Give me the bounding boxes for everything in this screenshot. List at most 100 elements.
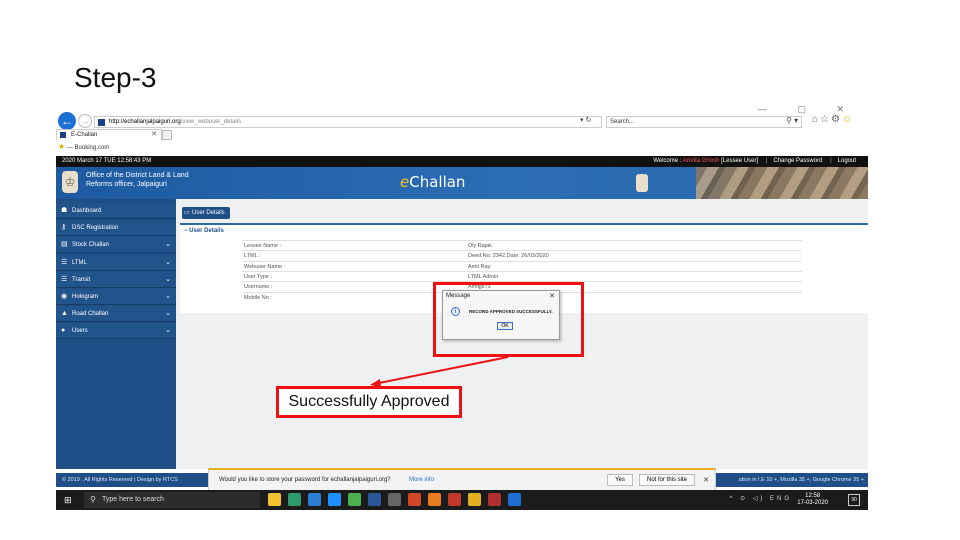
close-tab-icon[interactable]: ✕	[151, 130, 157, 140]
sidebar-item-hologram[interactable]: ◉ Hologram ⌄	[56, 289, 176, 305]
table-row: User Type : LTML Admin	[242, 270, 802, 281]
chevron-down-icon: ⌄	[165, 258, 171, 266]
row-key: Mobile No :	[244, 294, 272, 301]
user-name: Amrita Ghosh	[682, 158, 720, 164]
taskbar-clock[interactable]: 12:58 17-03-2020	[797, 493, 828, 507]
sidebar-item-dashboard[interactable]: ☗ Dashboard	[56, 203, 176, 219]
sidebar-item-label: LTML	[72, 259, 87, 266]
sidebar-item-label: DSC Registration	[72, 225, 119, 232]
taskbar-apps	[268, 493, 528, 510]
site-banner: ♔ Office of the District Land & Land Ref…	[56, 167, 868, 199]
more-info-link[interactable]: More info	[409, 477, 434, 483]
close-bar-icon[interactable]: ✕	[703, 476, 709, 484]
browser-chrome: — ▢ ✕ ← → http://echallanjalpaiguri.org/…	[56, 102, 868, 158]
sidebar-item-label: Stock Challan	[72, 242, 110, 249]
list-icon: ☰	[61, 275, 68, 283]
feedback-smile-icon[interactable]: ☺	[842, 114, 854, 125]
chevron-down-icon: ⌄	[165, 327, 171, 335]
browser-search-input[interactable]: Search...	[606, 116, 802, 128]
sidebar-item-users[interactable]: ● Users ⌄	[56, 323, 176, 340]
file-explorer-icon[interactable]	[268, 493, 281, 506]
edge-icon[interactable]	[288, 493, 301, 506]
address-bar[interactable]: http://echallanjalpaiguri.org/view_webus…	[94, 116, 602, 128]
tachometer-icon: ☗	[61, 207, 68, 214]
office-name: Office of the District Land & Land Refor…	[86, 171, 189, 189]
password-save-bar: Would you like to store your password fo…	[208, 468, 716, 490]
forward-button[interactable]: →	[78, 114, 92, 128]
highlight-box	[433, 282, 584, 357]
sidebar-item-road-challan[interactable]: ▲ Road Challan ⌄	[56, 306, 176, 323]
ie-icon[interactable]	[508, 493, 521, 506]
powerpoint-icon[interactable]	[408, 493, 421, 506]
yes-button[interactable]: Yes	[607, 474, 633, 486]
site-topbar: 2020 March 17 TUE 12:58:43 PM Welcome : …	[56, 156, 868, 167]
table-row: Webuser Name : Amit Ray	[242, 260, 802, 271]
user-role: [Lessee User]	[719, 158, 759, 164]
chevron-down-icon: ⌄	[165, 241, 171, 249]
favorite-booking[interactable]: Booking.com	[75, 145, 110, 151]
url-host: http://echallanjalpaiguri.org	[109, 119, 181, 125]
app-icon[interactable]	[328, 493, 341, 506]
chevron-down-icon: ⌄	[165, 293, 171, 300]
monitor-icon: ▭	[184, 210, 190, 216]
tab-echallan[interactable]: E-Challan ✕	[56, 129, 162, 140]
echallan-logo: eChallan	[400, 173, 466, 191]
sidebar-item-stock-challan[interactable]: ▤ Stock Challan ⌄	[56, 237, 176, 254]
favorites-star-icon[interactable]: ★	[58, 142, 65, 151]
settings-icon[interactable]	[388, 493, 401, 506]
sidebar-item-ltml[interactable]: ☰ LTML ⌄	[56, 254, 176, 271]
new-tab-button[interactable]	[162, 130, 172, 140]
chevron-down-icon: ⌄	[165, 275, 171, 283]
user-details-button[interactable]: ▭ User Details	[182, 207, 230, 219]
sidebar-item-label: Dashboard	[72, 208, 102, 214]
app-grid-icon[interactable]	[488, 493, 501, 506]
change-password-link[interactable]: Change Password	[773, 158, 822, 164]
app-green-icon[interactable]	[348, 493, 361, 506]
password-question: Would you like to store your password fo…	[219, 477, 391, 483]
back-button[interactable]: ←	[58, 112, 76, 130]
logout-link[interactable]: Logout	[838, 158, 856, 164]
doc-icon: ▤	[61, 241, 68, 249]
office-line-2: Reforms officer, Jalpaiguri	[86, 181, 167, 188]
footer-browser-note: ation in I.E 10 +, Mozilla 35 +, Google …	[738, 477, 864, 483]
toolbar-icons[interactable]: ⌂☆⚙☺	[812, 114, 854, 125]
chevron-down-icon: ⌄	[165, 310, 171, 318]
word-icon[interactable]	[368, 493, 381, 506]
table-row: Lessee Name : Oly Rajak	[242, 240, 802, 250]
banner-photo-collage	[696, 167, 868, 199]
chrome-icon[interactable]	[468, 493, 481, 506]
tab-label: E-Challan	[71, 132, 98, 138]
sidebar-item-label: Road Challan	[72, 311, 109, 318]
footer-copyright: © 2019 . All Rights Reserved | Design by…	[62, 477, 178, 483]
refresh-icon[interactable]: ▾ ↻	[580, 116, 591, 124]
car-icon: ▲	[61, 310, 68, 318]
vscode-icon[interactable]	[308, 493, 321, 506]
sidebar-item-label: Users	[72, 328, 88, 335]
app-red-icon[interactable]	[448, 493, 461, 506]
windows-start-icon[interactable]: ⊞	[64, 495, 72, 506]
list-icon: ☰	[61, 258, 68, 266]
user-icon: ●	[61, 327, 66, 335]
slide-title: Step-3	[74, 62, 157, 93]
search-icon[interactable]: ⚲ ▾	[786, 116, 798, 125]
emblem-icon	[636, 174, 648, 192]
table-row: LTML : Deed No: 2342,Date: 26/03/2020	[242, 250, 802, 260]
sidebar-item-label: Transit	[72, 276, 91, 283]
search-icon: ⚲	[90, 495, 96, 504]
office-line-1: Office of the District Land & Land	[86, 172, 189, 179]
notifications-icon[interactable]: 30	[848, 494, 860, 506]
sidebar-item-transit[interactable]: ☰ Transit ⌄	[56, 271, 176, 288]
tray-icons[interactable]: ^ ⊙ ◁) ENG	[730, 495, 792, 502]
app-orange-icon[interactable]	[428, 493, 441, 506]
key-icon: ⚷	[61, 224, 67, 232]
not-for-this-site-button[interactable]: Not for this site	[639, 474, 695, 486]
windows-taskbar: ⊞ ⚲ Type here to search ^ ⊙ ◁) ENG 12:58…	[56, 490, 868, 510]
sidebar-item-dsc-registration[interactable]: ⚷ DSC Registration	[56, 220, 176, 237]
tab-favicon-icon	[60, 132, 66, 138]
welcome-prefix: Welcome :	[653, 158, 683, 164]
sidebar: ☗ Dashboard ⚷ DSC Registration ▤ Stock Challa…	[56, 199, 176, 469]
state-emblem-icon: ♔	[62, 171, 78, 193]
success-callout: Successfully Approved	[276, 386, 462, 418]
taskbar-search[interactable]: ⚲ Type here to search	[84, 492, 260, 508]
user-menu: Welcome : Amrita Ghosh [Lessee User] | Ch…	[653, 158, 856, 164]
